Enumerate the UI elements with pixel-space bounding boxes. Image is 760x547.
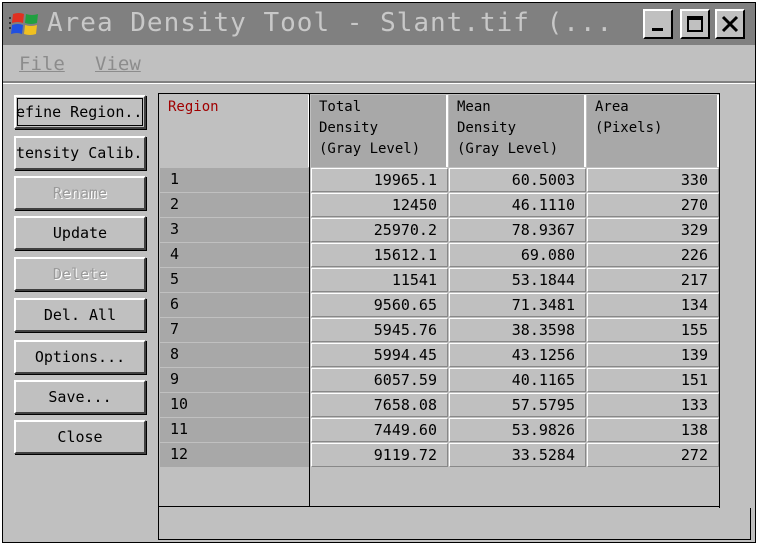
cell-mean-density: 43.1256 (449, 343, 586, 367)
cell-region: 2 (160, 193, 310, 217)
cell-region: 10 (160, 393, 310, 417)
cell-area: 226 (587, 243, 719, 267)
delete-button[interactable]: Delete (14, 257, 146, 291)
table-bottom-line (159, 506, 719, 507)
density-calib-button[interactable]: tensity Calib. (14, 136, 146, 170)
minimize-button[interactable] (643, 9, 673, 39)
cell-region: 5 (160, 268, 310, 292)
cell-area: 217 (587, 268, 719, 292)
column-divider (309, 94, 310, 506)
close-icon (721, 15, 739, 33)
cell-mean-density: 33.5284 (449, 443, 586, 467)
menu-bar: File View (3, 47, 755, 79)
rename-button[interactable]: Rename (14, 176, 146, 210)
area-density-window: Area Density Tool - Slant.tif (... File … (2, 2, 756, 543)
cell-total-density: 7449.60 (311, 418, 448, 442)
cell-area: 134 (587, 293, 719, 317)
vertical-scrollbar[interactable] (719, 93, 751, 508)
cell-region: 1 (160, 168, 310, 192)
delete-all-button[interactable]: Del. All (14, 298, 146, 332)
cell-area: 139 (587, 343, 719, 367)
header-area[interactable]: Area (Pixels) (587, 95, 719, 167)
title-bar[interactable]: Area Density Tool - Slant.tif (... (3, 3, 755, 45)
cell-mean-density: 46.1110 (449, 193, 586, 217)
menu-view[interactable]: View (95, 53, 141, 75)
cell-region: 6 (160, 293, 310, 317)
cell-total-density: 19965.1 (311, 168, 448, 192)
define-region-button[interactable]: efine Region.. (14, 95, 146, 129)
save-button[interactable]: Save... (14, 380, 146, 414)
cell-area: 329 (587, 218, 719, 242)
cell-mean-density: 69.080 (449, 243, 586, 267)
cell-region: 9 (160, 368, 310, 392)
cell-region: 7 (160, 318, 310, 342)
cell-total-density: 5945.76 (311, 318, 448, 342)
options-button[interactable]: Options... (14, 340, 146, 374)
header-region[interactable]: Region (160, 95, 310, 167)
header-total-density[interactable]: Total Density (Gray Level) (311, 95, 448, 167)
windows-logo-icon (9, 13, 38, 35)
cell-region: 8 (160, 343, 310, 367)
cell-region: 3 (160, 218, 310, 242)
close-button[interactable]: Close (14, 420, 146, 454)
cell-total-density: 12450 (311, 193, 448, 217)
cell-total-density: 7658.08 (311, 393, 448, 417)
maximize-icon (687, 16, 703, 32)
menu-divider (3, 81, 755, 84)
cell-area: 330 (587, 168, 719, 192)
cell-area: 270 (587, 193, 719, 217)
close-window-button[interactable] (715, 9, 745, 39)
region-table[interactable]: Region Total Density (Gray Level) Mean D… (158, 93, 751, 540)
cell-mean-density: 53.1844 (449, 268, 586, 292)
minimize-icon (652, 28, 663, 31)
cell-total-density: 15612.1 (311, 243, 448, 267)
cell-total-density: 25970.2 (311, 218, 448, 242)
cell-region: 11 (160, 418, 310, 442)
header-mean-density[interactable]: Mean Density (Gray Level) (449, 95, 586, 167)
maximize-button[interactable] (680, 9, 710, 39)
cell-mean-density: 38.3598 (449, 318, 586, 342)
cell-area: 133 (587, 393, 719, 417)
cell-total-density: 5994.45 (311, 343, 448, 367)
update-button[interactable]: Update (14, 216, 146, 250)
window-title: Area Density Tool - Slant.tif (... (47, 8, 614, 38)
menu-file[interactable]: File (19, 53, 65, 75)
cell-region: 4 (160, 243, 310, 267)
cell-total-density: 9560.65 (311, 293, 448, 317)
cell-mean-density: 57.5795 (449, 393, 586, 417)
cell-mean-density: 78.9367 (449, 218, 586, 242)
cell-region: 12 (160, 443, 310, 467)
cell-mean-density: 71.3481 (449, 293, 586, 317)
cell-mean-density: 40.1165 (449, 368, 586, 392)
cell-mean-density: 60.5003 (449, 168, 586, 192)
cell-area: 155 (587, 318, 719, 342)
cell-area: 138 (587, 418, 719, 442)
cell-total-density: 9119.72 (311, 443, 448, 467)
cell-area: 272 (587, 443, 719, 467)
cell-area: 151 (587, 368, 719, 392)
cell-total-density: 6057.59 (311, 368, 448, 392)
cell-mean-density: 53.9826 (449, 418, 586, 442)
cell-total-density: 11541 (311, 268, 448, 292)
